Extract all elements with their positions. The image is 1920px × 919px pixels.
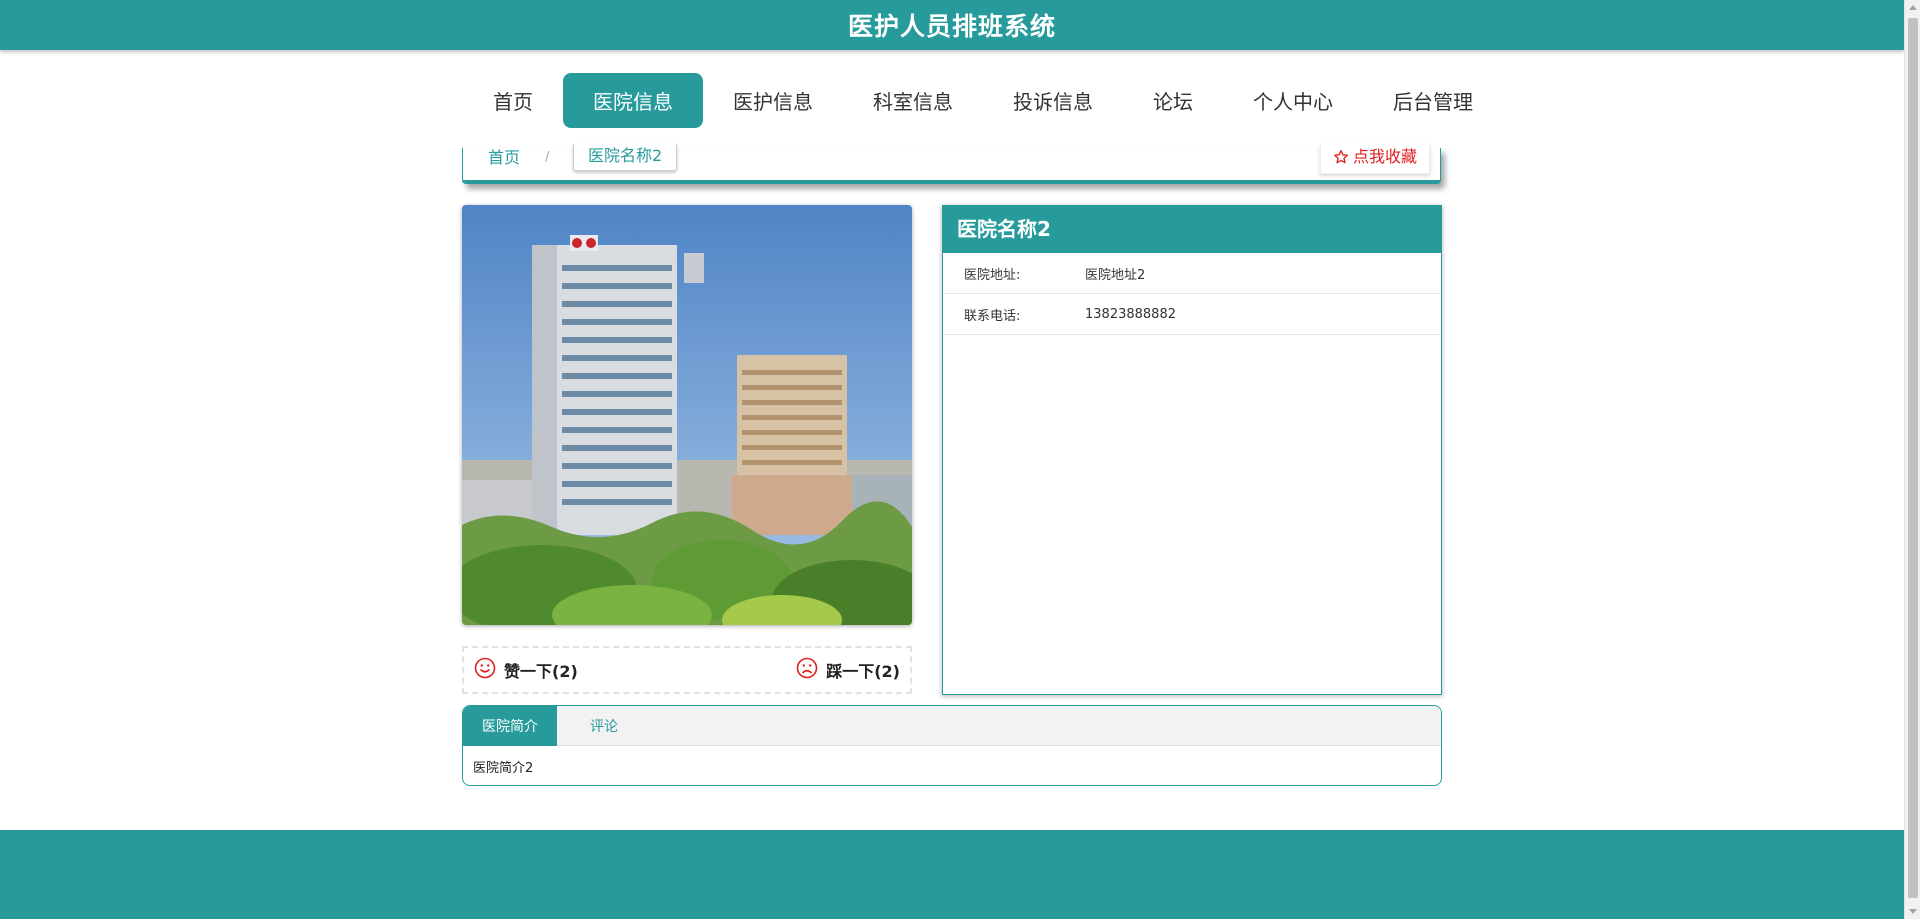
detail-tabs: 医院简介 评论 医院简介2 (462, 705, 1442, 786)
tab-content: 医院简介2 (473, 761, 534, 776)
scroll-down-arrow-icon[interactable] (1909, 909, 1917, 914)
vote-panel: 赞一下(2) 踩一下(2) (462, 646, 912, 694)
nav-item-personal-center[interactable]: 个人中心 (1223, 73, 1363, 128)
dislike-label: 踩一下(2) (826, 662, 900, 681)
nav-item-forum[interactable]: 论坛 (1123, 73, 1223, 128)
nav-item-hospital-info[interactable]: 医院信息 (563, 73, 703, 128)
like-button[interactable]: 赞一下(2) (474, 657, 578, 683)
nav-item-home[interactable]: 首页 (463, 73, 563, 128)
top-header: 医护人员排班系统 (0, 0, 1904, 50)
app-title: 医护人员排班系统 (847, 12, 1056, 41)
phone-label: 联系电话: (964, 308, 1021, 324)
favorite-button[interactable]: 点我收藏 (1319, 144, 1430, 174)
phone-value: 13823888882 (1085, 306, 1176, 322)
smile-icon (474, 657, 496, 683)
breadcrumb-separator: / (545, 150, 550, 165)
hospital-name-heading: 医院名称2 (943, 206, 1441, 253)
breadcrumb: 首页 / 医院名称2 点我收藏 (462, 144, 1441, 184)
vertical-scrollbar[interactable] (1904, 0, 1920, 919)
nav-item-admin[interactable]: 后台管理 (1363, 73, 1503, 128)
main-nav: 首页 医院信息 医护信息 科室信息 投诉信息 论坛 个人中心 后台管理 (463, 73, 1503, 128)
tab-comments[interactable]: 评论 (557, 706, 651, 746)
address-value: 医院地址2 (1085, 267, 1146, 283)
favorite-label: 点我收藏 (1352, 147, 1417, 166)
like-label: 赞一下(2) (504, 662, 578, 681)
info-row-phone: 联系电话: 13823888882 (943, 294, 1441, 335)
page-footer (0, 830, 1904, 919)
dislike-button[interactable]: 踩一下(2) (796, 657, 900, 683)
address-label: 医院地址: (964, 267, 1021, 283)
tabs-header: 医院简介 评论 (463, 706, 1441, 746)
scrollbar-thumb[interactable] (1908, 18, 1918, 898)
info-row-address: 医院地址: 医院地址2 (943, 253, 1441, 294)
tab-introduction[interactable]: 医院简介 (463, 706, 557, 746)
scroll-up-arrow-icon[interactable] (1909, 5, 1917, 10)
frown-icon (796, 657, 818, 683)
breadcrumb-home-link[interactable]: 首页 (488, 148, 520, 168)
breadcrumb-current: 医院名称2 (573, 144, 678, 171)
hospital-info-panel: 医院名称2 医院地址: 医院地址2 联系电话: 13823888882 (942, 205, 1442, 695)
nav-item-department[interactable]: 科室信息 (843, 73, 983, 128)
star-outline-icon (1333, 144, 1349, 173)
nav-item-complaint[interactable]: 投诉信息 (983, 73, 1123, 128)
nav-item-medical-staff[interactable]: 医护信息 (703, 73, 843, 128)
hospital-photo (462, 205, 912, 625)
